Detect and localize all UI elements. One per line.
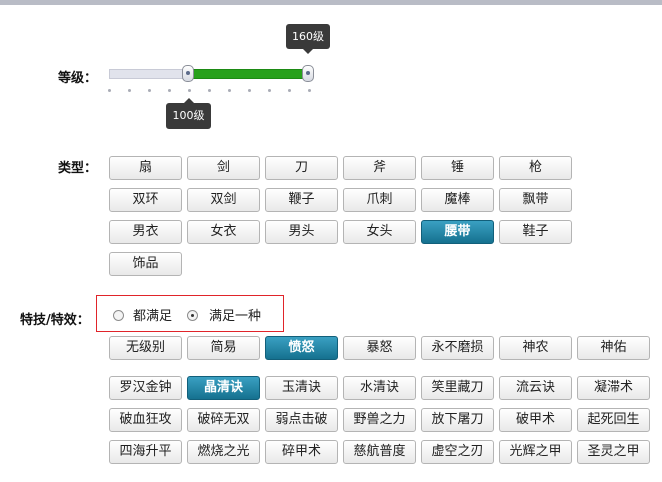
- effect-button[interactable]: 放下屠刀: [421, 408, 494, 432]
- type-button[interactable]: 扇: [109, 156, 182, 180]
- effect-button[interactable]: 水清诀: [343, 376, 416, 400]
- effect-button[interactable]: 碎甲术: [265, 440, 338, 464]
- type-button[interactable]: 爪刺: [343, 188, 416, 212]
- effect-button[interactable]: 慈航普度: [343, 440, 416, 464]
- min-level-text: 100级: [172, 109, 205, 122]
- type-button[interactable]: 男头: [265, 220, 338, 244]
- max-level-text: 160级: [292, 30, 324, 43]
- slider-tick: [108, 89, 111, 92]
- effect-button[interactable]: 破血狂攻: [109, 408, 182, 432]
- effect-button[interactable]: 燃烧之光: [187, 440, 260, 464]
- effect-button[interactable]: 玉清诀: [265, 376, 338, 400]
- effect-button[interactable]: 圣灵之甲: [577, 440, 650, 464]
- skill-button[interactable]: 愤怒: [265, 336, 338, 360]
- min-handle[interactable]: [182, 65, 194, 82]
- effect-button[interactable]: 破碎无双: [187, 408, 260, 432]
- match-mode-group: 都满足 满足一种: [96, 295, 284, 332]
- effect-button[interactable]: 弱点击破: [265, 408, 338, 432]
- effect-button[interactable]: 四海升平: [109, 440, 182, 464]
- type-button[interactable]: 魔棒: [421, 188, 494, 212]
- slider-tick: [308, 89, 311, 92]
- type-button[interactable]: 饰品: [109, 252, 182, 276]
- slider-tick: [288, 89, 291, 92]
- type-button[interactable]: 鞋子: [499, 220, 572, 244]
- effect-button[interactable]: 起死回生: [577, 408, 650, 432]
- slider-tick: [168, 89, 171, 92]
- slider-tick: [188, 89, 191, 92]
- slider-tick: [128, 89, 131, 92]
- type-button[interactable]: 斧: [343, 156, 416, 180]
- level-label: 等级：: [58, 71, 98, 86]
- type-button[interactable]: 枪: [499, 156, 572, 180]
- type-button[interactable]: 鞭子: [265, 188, 338, 212]
- slider-tick: [148, 89, 151, 92]
- effect-button[interactable]: 流云诀: [499, 376, 572, 400]
- effect-button[interactable]: 凝滞术: [577, 376, 650, 400]
- type-button[interactable]: 剑: [187, 156, 260, 180]
- slider-range-fill: [188, 69, 308, 79]
- max-handle[interactable]: [302, 65, 314, 82]
- skill-button[interactable]: 无级别: [109, 336, 182, 360]
- type-button[interactable]: 锤: [421, 156, 494, 180]
- slider-tick: [228, 89, 231, 92]
- max-level-tooltip: 160级: [286, 24, 330, 54]
- slider-tick: [208, 89, 211, 92]
- effect-button[interactable]: 野兽之力: [343, 408, 416, 432]
- special-label: 特技/特效：: [20, 313, 90, 328]
- radio-any-button[interactable]: [187, 310, 198, 321]
- type-button[interactable]: 飘带: [499, 188, 572, 212]
- effect-button[interactable]: 罗汉金钟: [109, 376, 182, 400]
- radio-all-label[interactable]: 都满足: [133, 305, 172, 324]
- skill-button[interactable]: 暴怒: [343, 336, 416, 360]
- type-button[interactable]: 刀: [265, 156, 338, 180]
- skill-button[interactable]: 简易: [187, 336, 260, 360]
- type-button[interactable]: 女衣: [187, 220, 260, 244]
- radio-all-button[interactable]: [113, 310, 124, 321]
- effect-button[interactable]: 虚空之刃: [421, 440, 494, 464]
- slider-tick: [268, 89, 271, 92]
- slider-tick: [248, 89, 251, 92]
- type-button[interactable]: 双环: [109, 188, 182, 212]
- skill-button[interactable]: 神农: [499, 336, 572, 360]
- type-button[interactable]: 男衣: [109, 220, 182, 244]
- type-label: 类型：: [58, 161, 98, 176]
- type-button[interactable]: 腰带: [421, 220, 494, 244]
- effect-button[interactable]: 晶清诀: [187, 376, 260, 400]
- radio-any-label[interactable]: 满足一种: [209, 305, 261, 324]
- top-bar: [0, 0, 662, 5]
- effect-button[interactable]: 破甲术: [499, 408, 572, 432]
- effect-button[interactable]: 光辉之甲: [499, 440, 572, 464]
- skill-button[interactable]: 永不磨损: [421, 336, 494, 360]
- min-level-tooltip: 100级: [166, 98, 211, 129]
- effect-button[interactable]: 笑里藏刀: [421, 376, 494, 400]
- type-button[interactable]: 双剑: [187, 188, 260, 212]
- skill-button[interactable]: 神佑: [577, 336, 650, 360]
- type-button[interactable]: 女头: [343, 220, 416, 244]
